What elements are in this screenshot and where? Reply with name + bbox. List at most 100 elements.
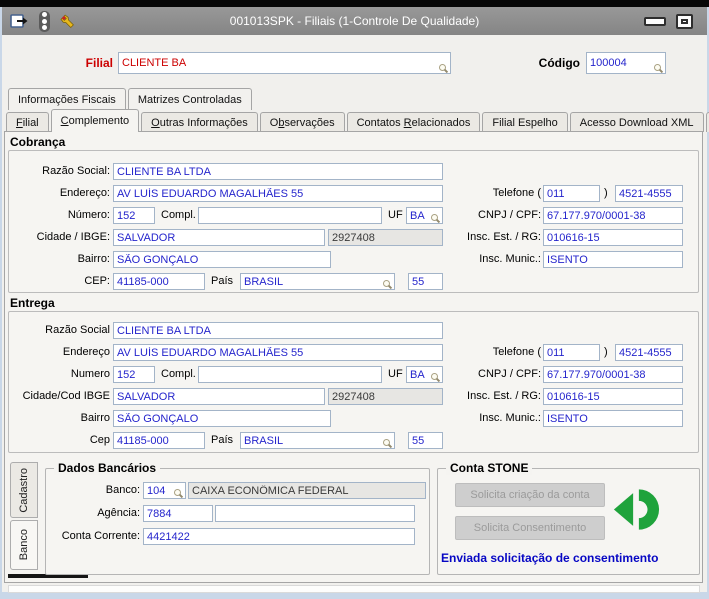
entrega-insc-est-input[interactable]	[543, 388, 683, 405]
cobranca-bairro-label: Bairro:	[77, 253, 110, 265]
entrega-insc-est-wrap	[543, 388, 683, 405]
entrega-uf-label: UF	[388, 368, 403, 380]
agencia-wrap	[143, 505, 213, 522]
cobranca-bairro-wrap	[113, 251, 331, 268]
entrega-razao-input[interactable]	[113, 322, 443, 339]
entrega-endereco-wrap	[113, 344, 443, 361]
cobranca-endereco-wrap	[113, 185, 443, 202]
banco-cod-wrap	[143, 482, 186, 499]
entrega-cidade-input[interactable]	[113, 388, 325, 405]
conta-corrente-input[interactable]	[143, 528, 415, 545]
cobranca-cidade-input[interactable]	[113, 229, 325, 246]
filial-lookup-icon[interactable]	[439, 64, 449, 74]
cobranca-razao-input[interactable]	[113, 163, 443, 180]
app-window: 001013SPK - Filiais (1-Controle De Quali…	[0, 0, 709, 599]
cobranca-cnpj-label: CNPJ / CPF:	[478, 209, 541, 221]
tab-matrizes-controladas[interactable]: Matrizes Controladas	[127, 88, 252, 110]
cobranca-cep-label: CEP:	[84, 275, 110, 287]
sidetab-cadastro[interactable]: Cadastro	[10, 462, 38, 518]
cobranca-compl-wrap	[198, 207, 382, 224]
entrega-telefone-close-paren: )	[604, 346, 608, 358]
filial-input[interactable]	[118, 52, 451, 74]
entrega-pais-lookup-icon[interactable]	[383, 439, 393, 449]
solicita-consentimento-button[interactable]: Solicita Consentimento	[455, 516, 605, 540]
banco-nome-field	[188, 482, 426, 499]
cobranca-endereco-input[interactable]	[113, 185, 443, 202]
entrega-pais-cod-input[interactable]	[408, 432, 443, 449]
tab-observacoes[interactable]: Observações	[259, 112, 345, 132]
cobranca-insc-est-input[interactable]	[543, 229, 683, 246]
tab-filial[interactable]: Filial	[6, 112, 49, 132]
codigo-label: Código	[538, 56, 580, 70]
entrega-telefone-input[interactable]	[615, 344, 683, 361]
entrega-cnpj-label: CNPJ / CPF:	[478, 368, 541, 380]
entrega-cidade-label: Cidade/Cod IBGE	[22, 390, 110, 402]
filial-label: Filial	[85, 56, 113, 70]
cobranca-pais-cod-input[interactable]	[408, 273, 443, 290]
entrega-pais-cod-wrap	[408, 432, 443, 449]
cobranca-insc-est-label: Insc. Est. / RG:	[467, 231, 541, 243]
cobranca-cidade-label: Cidade / IBGE:	[36, 231, 110, 243]
entrega-pais-input[interactable]	[240, 432, 395, 449]
agencia-input[interactable]	[143, 505, 213, 522]
entrega-razao-label: Razão Social	[45, 324, 110, 336]
titlebar: 001013SPK - Filiais (1-Controle De Quali…	[2, 7, 707, 35]
minimize-button[interactable]	[644, 16, 666, 26]
entrega-bairro-wrap	[113, 410, 331, 427]
solicita-criacao-button[interactable]: Solicita criação da conta	[455, 483, 605, 507]
window-title: 001013SPK - Filiais (1-Controle De Quali…	[229, 14, 480, 28]
agencia-label: Agência:	[97, 507, 140, 519]
entrega-insc-mun-wrap	[543, 410, 683, 427]
tab-outras-informacoes[interactable]: Outras Informações	[141, 112, 258, 132]
entrega-endereco-input[interactable]	[113, 344, 443, 361]
cobranca-insc-mun-input[interactable]	[543, 251, 683, 268]
cobranca-ddd-input[interactable]	[543, 185, 600, 202]
entrega-cnpj-input[interactable]	[543, 366, 683, 383]
banco-nome-wrap	[188, 482, 426, 499]
tab-filial-espelho[interactable]: Filial Espelho	[482, 112, 568, 132]
entrega-pais-label: País	[211, 434, 234, 446]
tab-informacoes-fiscais[interactable]: Informações Fiscais	[8, 88, 126, 110]
cobranca-cnpj-input[interactable]	[543, 207, 683, 224]
entrega-cnpj-wrap	[543, 366, 683, 383]
cobranca-pais-label: País	[211, 275, 234, 287]
top-black-strip	[0, 0, 709, 7]
entrega-ddd-wrap	[543, 344, 600, 361]
entrega-cidade-wrap	[113, 388, 325, 405]
codigo-lookup-icon[interactable]	[654, 64, 664, 74]
tab-contatos-relacionados[interactable]: Contatos Relacionados	[346, 112, 481, 132]
cobranca-cep-input[interactable]	[113, 273, 205, 290]
entrega-ddd-input[interactable]	[543, 344, 600, 361]
tab-log[interactable]: Log	[705, 112, 709, 132]
agencia-extra-input[interactable]	[215, 505, 415, 522]
bottom-status-strip	[8, 585, 700, 593]
cobranca-bairro-input[interactable]	[113, 251, 331, 268]
cobranca-pais-lookup-icon[interactable]	[383, 280, 393, 290]
restore-button[interactable]	[676, 13, 693, 29]
cobranca-compl-input[interactable]	[198, 207, 382, 224]
cobranca-telefone-close-paren: )	[604, 187, 608, 199]
tab-complemento[interactable]: Complemento	[50, 109, 140, 132]
entrega-numero-input[interactable]	[113, 366, 155, 383]
cobranca-telefone-wrap	[615, 185, 683, 202]
cobranca-compl-label: Compl.	[161, 209, 196, 221]
entrega-insc-mun-label: Insc. Munic.:	[479, 412, 541, 424]
cobranca-pais-input[interactable]	[240, 273, 395, 290]
banco-lookup-icon[interactable]	[174, 489, 184, 499]
entrega-cep-label: Cep	[89, 434, 110, 446]
entrega-compl-wrap	[198, 366, 382, 383]
entrega-compl-label: Compl.	[161, 368, 196, 380]
entrega-bairro-input[interactable]	[113, 410, 331, 427]
entrega-insc-mun-input[interactable]	[543, 410, 683, 427]
entrega-insc-est-label: Insc. Est. / RG:	[467, 390, 541, 402]
entrega-numero-label: Numero	[70, 368, 110, 380]
tab-acesso-download-xml[interactable]: Acesso Download XML	[569, 112, 704, 132]
entrega-telefone-label: Telefone (	[492, 346, 541, 358]
entrega-compl-input[interactable]	[198, 366, 382, 383]
cobranca-ddd-wrap	[543, 185, 600, 202]
cobranca-numero-input[interactable]	[113, 207, 155, 224]
conta-stone-title: Conta STONE	[446, 461, 533, 475]
cobranca-telefone-input[interactable]	[615, 185, 683, 202]
entrega-cep-input[interactable]	[113, 432, 205, 449]
sidetab-banco[interactable]: Banco	[10, 520, 38, 570]
